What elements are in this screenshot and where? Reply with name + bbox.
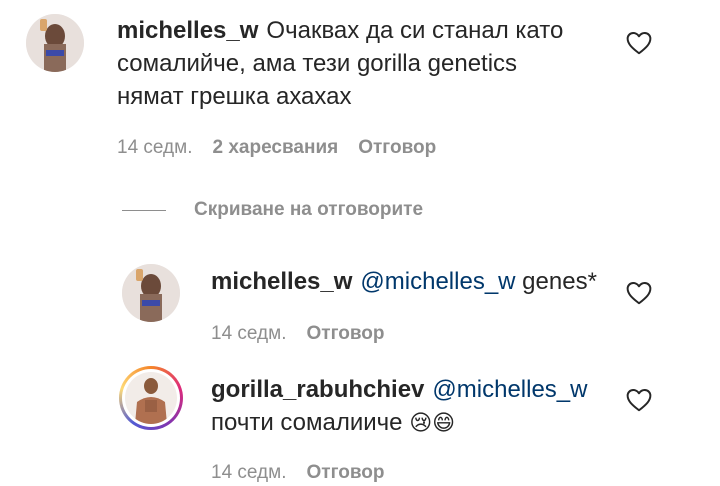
avatar-image — [125, 372, 177, 424]
comment-text-line-1: Очаквах да си станал като — [266, 17, 564, 44]
reply-body: michelles_w @michelles_w genes* — [211, 265, 611, 298]
reply-button[interactable]: Отговор — [307, 323, 385, 345]
reply-text: genes* — [522, 268, 597, 295]
comment-time: 14 седм. — [117, 137, 193, 158]
reply-meta: 14 седм. Отговор — [211, 462, 385, 484]
avatar-ring-inner — [122, 369, 180, 427]
avatar[interactable] — [122, 264, 180, 322]
comment-text-line-3: нямат грешка ахахах — [117, 83, 352, 110]
reply-meta: 14 седм. Отговор — [211, 323, 385, 345]
comment-likes[interactable]: 2 харесвания — [213, 137, 339, 159]
like-button[interactable] — [626, 281, 652, 305]
hide-replies-button[interactable]: Скриване на отговорите — [122, 199, 423, 221]
comments-thread: michelles_w Очаквах да си станал като сом… — [0, 0, 720, 486]
comment-meta: 14 седм. 2 харесвания Отговор — [117, 137, 436, 159]
avatar — [125, 372, 177, 424]
reply-mention[interactable]: @michelles_w — [360, 268, 515, 295]
reply-button[interactable]: Отговор — [358, 137, 436, 159]
like-button[interactable] — [626, 31, 652, 55]
comment-text-line-2: сомалийче, ама тези gorilla genetics — [117, 50, 518, 77]
like-button[interactable] — [626, 388, 652, 412]
avatar[interactable] — [26, 14, 84, 72]
heart-outline-icon — [626, 32, 652, 55]
reply-time: 14 седм. — [211, 323, 287, 344]
heart-outline-icon — [626, 389, 652, 412]
heart-outline-icon — [626, 282, 652, 305]
reply-time: 14 седм. — [211, 462, 287, 483]
reply-button[interactable]: Отговор — [307, 462, 385, 484]
comment-body: michelles_w Очаквах да си станал като сом… — [117, 14, 597, 113]
hide-replies-label: Скриване на отговорите — [194, 199, 424, 220]
avatar-image — [26, 14, 84, 72]
reply-body: gorilla_rabuhchiev @michelles_w почти сом… — [211, 373, 611, 440]
reply-username[interactable]: michelles_w — [211, 268, 352, 295]
reply-mention[interactable]: @michelles_w — [432, 376, 587, 403]
reply-emojis: 😢😄 — [409, 411, 456, 436]
avatar-image — [122, 264, 180, 322]
comment-username[interactable]: michelles_w — [117, 17, 258, 44]
reply-username[interactable]: gorilla_rabuhchiev — [211, 376, 424, 403]
reply-text: почти сомалиичe — [211, 409, 403, 436]
avatar-story-ring[interactable] — [119, 366, 183, 430]
divider-line — [122, 209, 166, 211]
